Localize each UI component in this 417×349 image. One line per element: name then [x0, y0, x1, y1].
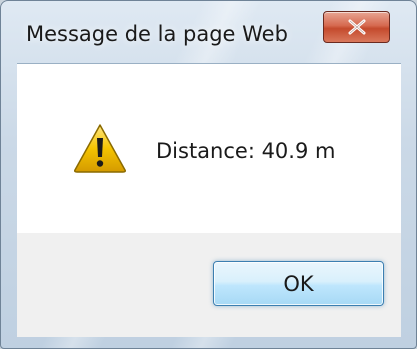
dialog-window: Message de la page Web Distance: 40.9 m — [0, 0, 417, 349]
close-icon — [348, 19, 366, 35]
message-text: Distance: 40.9 m — [156, 139, 336, 163]
close-button[interactable] — [323, 11, 390, 43]
button-area: OK — [17, 233, 401, 337]
title-bar[interactable]: Message de la page Web — [1, 1, 416, 63]
ok-button[interactable]: OK — [213, 261, 384, 306]
warning-icon — [74, 124, 126, 173]
message-area: Distance: 40.9 m — [17, 63, 401, 234]
window-title: Message de la page Web — [26, 22, 288, 46]
